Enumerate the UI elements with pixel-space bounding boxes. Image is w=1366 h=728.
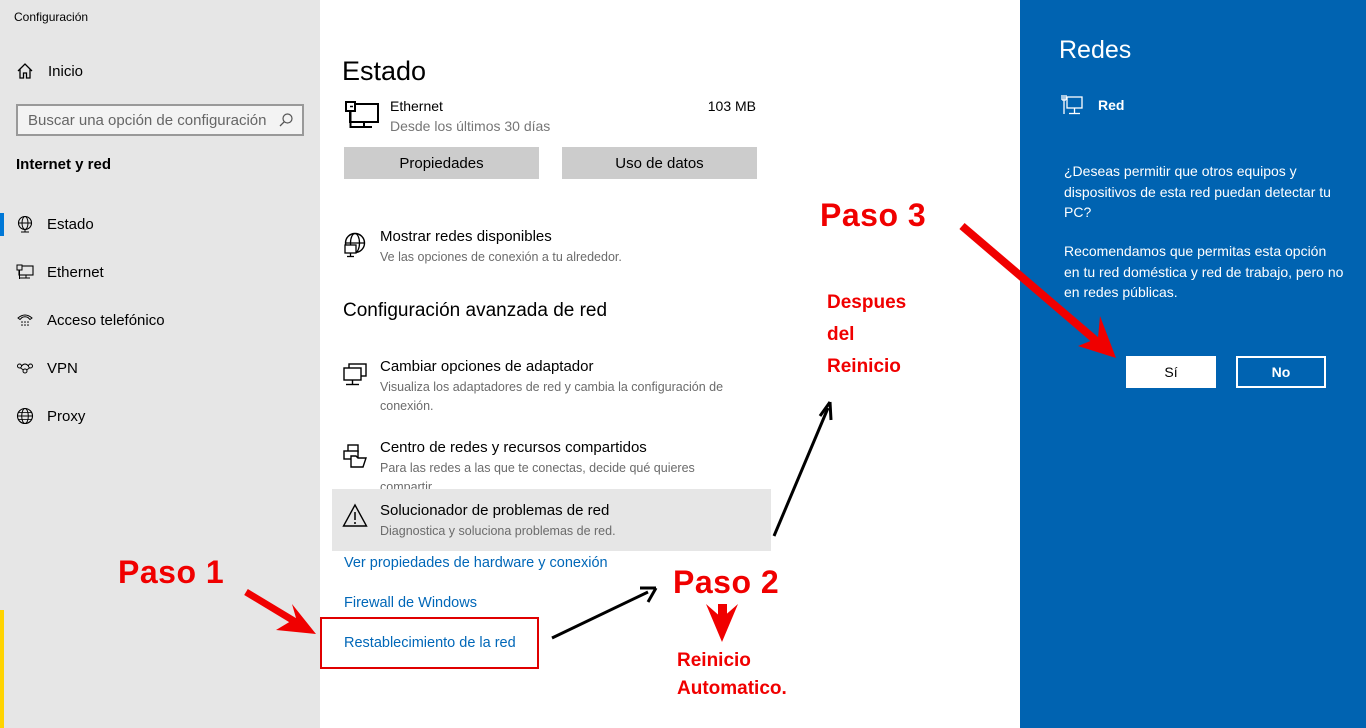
dialup-phone-icon	[16, 311, 34, 329]
change-adapter-option[interactable]: Cambiar opciones de adaptador Visualiza …	[332, 358, 770, 414]
flyout-network-name: Red	[1098, 97, 1125, 113]
annotation-step-3: Paso 3	[820, 197, 927, 233]
app-title: Configuración	[14, 10, 89, 24]
sidebar-item-proxy[interactable]: Proxy	[0, 392, 320, 440]
highlight-marker	[0, 610, 4, 728]
annotation-after-line3: Reinicio	[827, 356, 901, 377]
option-title: Centro de redes y recursos compartidos	[380, 439, 647, 456]
yes-button[interactable]: Sí	[1126, 356, 1216, 388]
option-title: Solucionador de problemas de red	[380, 502, 610, 519]
connection-card: Ethernet Desde los últimos 30 días 103 M…	[344, 96, 756, 140]
option-desc: Visualiza los adaptadores de red y cambi…	[380, 380, 724, 413]
globe-icon	[16, 407, 34, 425]
show-networks-option[interactable]: Mostrar redes disponibles Ve las opcione…	[332, 228, 770, 268]
sidebar-item-label: Proxy	[47, 407, 86, 425]
connection-name: Ethernet	[390, 98, 443, 114]
annotation-after-line2: del	[827, 324, 855, 345]
search-input[interactable]	[28, 111, 278, 129]
network-troubleshooter-option[interactable]: Solucionador de problemas de red Diagnos…	[332, 489, 771, 551]
data-usage-button[interactable]: Uso de datos	[562, 147, 757, 179]
option-desc: Ve las opciones de conexión a tu alreded…	[380, 250, 622, 264]
sidebar-item-label: VPN	[47, 359, 78, 377]
annotation-step-2-note-line2: Automatico.	[677, 678, 787, 699]
annotation-after-line1: Despues	[827, 292, 907, 313]
home-label: Inicio	[48, 62, 84, 80]
option-title: Mostrar redes disponibles	[380, 228, 552, 245]
sidebar: Configuración Inicio Internet y red Esta…	[0, 0, 320, 728]
home-nav-item[interactable]: Inicio	[16, 62, 83, 80]
flyout-title: Redes	[1059, 36, 1132, 64]
sidebar-item-label: Acceso telefónico	[47, 311, 165, 329]
page-title: Estado	[342, 56, 427, 86]
network-reset-link[interactable]: Restablecimiento de la red	[344, 635, 516, 651]
sidebar-item-acceso-telefonico[interactable]: Acceso telefónico	[0, 296, 320, 344]
network-sharing-center-option[interactable]: Centro de redes y recursos compartidos P…	[332, 439, 770, 494]
flyout-recommendation: Recomendamos que permitas esta opción en…	[1064, 243, 1344, 300]
search-icon[interactable]	[278, 112, 294, 128]
sidebar-nav: Estado Ethernet Acceso telefónico VPN Pr…	[0, 200, 320, 440]
network-globe-icon	[344, 232, 366, 258]
wired-network-icon	[1061, 95, 1083, 115]
connection-subtitle: Desde los últimos 30 días	[390, 118, 551, 134]
firewall-link[interactable]: Firewall de Windows	[344, 595, 477, 611]
flyout-question: ¿Deseas permitir que otros equipos y dis…	[1064, 163, 1331, 220]
sidebar-item-label: Ethernet	[47, 263, 104, 281]
sidebar-item-ethernet[interactable]: Ethernet	[0, 248, 320, 296]
flyout-network: Red	[1060, 94, 1124, 116]
annotation-step-1: Paso 1	[118, 554, 225, 590]
ethernet-icon	[345, 101, 379, 128]
ethernet-icon	[16, 263, 34, 281]
annotation-step-2: Paso 2	[673, 564, 780, 600]
warning-icon	[342, 503, 368, 527]
vpn-icon	[16, 359, 34, 377]
sidebar-item-vpn[interactable]: VPN	[0, 344, 320, 392]
properties-button[interactable]: Propiedades	[344, 147, 539, 179]
option-desc: Diagnostica y soluciona problemas de red…	[380, 524, 616, 538]
data-usage-amount: 103 MB	[707, 98, 756, 114]
search-box[interactable]	[16, 104, 304, 136]
sidebar-item-estado[interactable]: Estado	[0, 200, 320, 248]
no-button[interactable]: No	[1236, 356, 1326, 388]
status-globe-icon	[16, 215, 34, 233]
sharing-center-icon	[343, 444, 367, 468]
option-title: Cambiar opciones de adaptador	[380, 358, 594, 375]
hardware-properties-link[interactable]: Ver propiedades de hardware y conexión	[344, 555, 608, 571]
sidebar-item-label: Estado	[47, 215, 94, 233]
network-flyout: Redes Red ¿Deseas permitir que otros equ…	[1020, 0, 1366, 728]
main-content: Estado Ethernet Desde los últimos 30 día…	[320, 0, 1020, 728]
home-icon	[17, 63, 33, 79]
adapter-monitors-icon	[343, 363, 367, 386]
section-title: Internet y red	[16, 156, 112, 173]
advanced-heading: Configuración avanzada de red	[343, 300, 608, 321]
